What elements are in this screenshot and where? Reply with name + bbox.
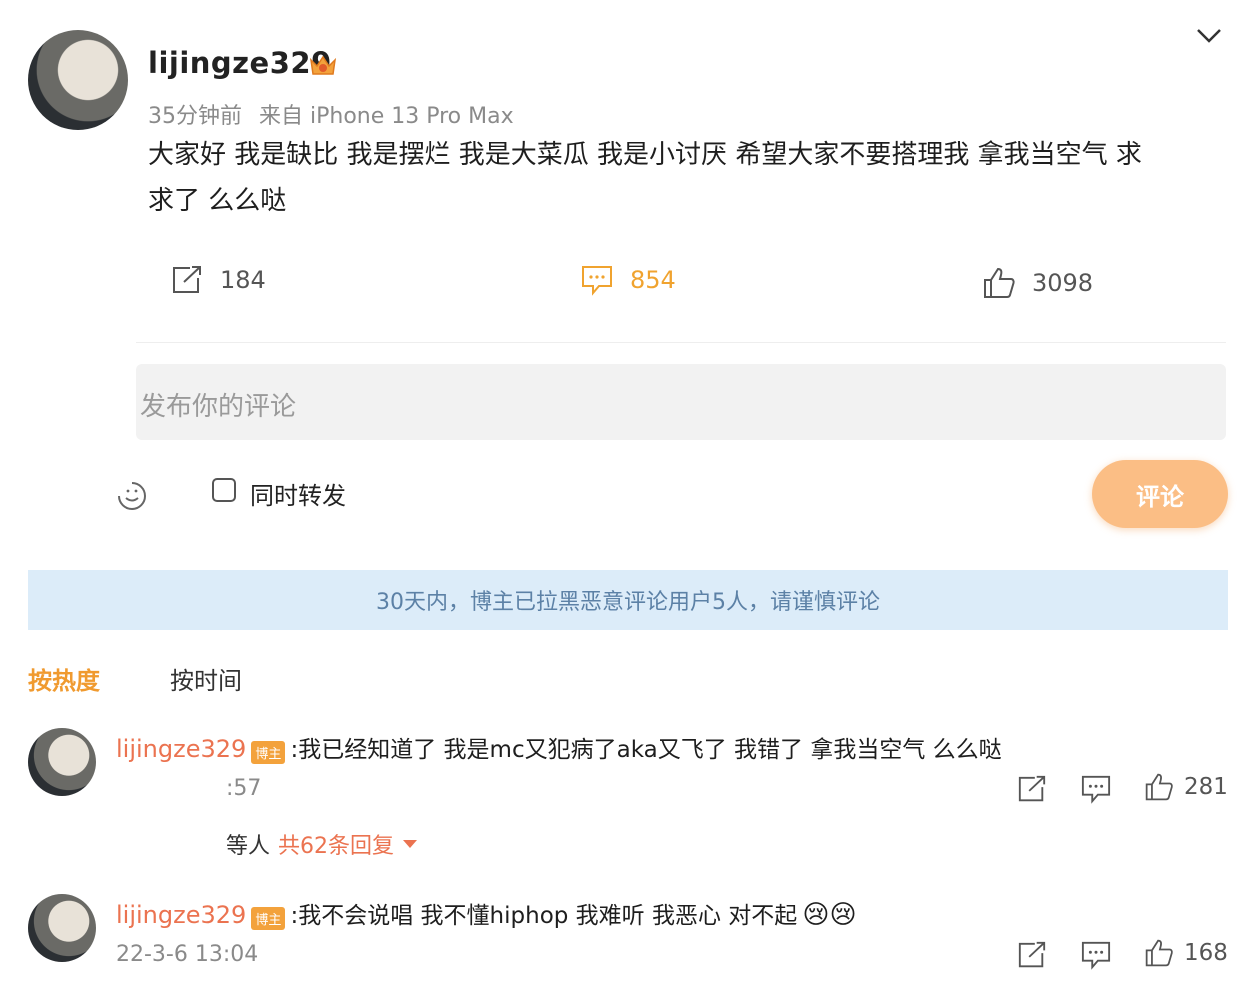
- repost-checkbox[interactable]: [212, 478, 236, 502]
- post-text-line1: 大家好 我是缺比 我是摆烂 我是大菜瓜 我是小讨厌 希望大家不要搭理我 拿我当空…: [148, 140, 1142, 170]
- post-username[interactable]: lijingze329: [148, 46, 332, 80]
- moderation-notice: 30天内，博主已拉黑恶意评论用户5人，请谨慎评论: [28, 570, 1228, 630]
- repost-icon: [1018, 941, 1046, 968]
- comment-header: lijingze329 博主 :我不会说唱 我不懂hiphop 我难听 我恶心 …: [116, 896, 857, 930]
- comment-repost-button[interactable]: [1016, 940, 1048, 970]
- tab-sort-time[interactable]: 按时间: [170, 661, 242, 696]
- like-button[interactable]: 3098: [982, 266, 1093, 300]
- comment-header: lijingze329 博主 :我已经知道了 我是mc又犯病了aka又飞了 我错…: [116, 730, 1002, 764]
- post-time: 35分钟前: [148, 104, 242, 129]
- tab-sort-hot[interactable]: 按热度: [28, 661, 100, 696]
- post-text-line2: 求了 么么哒: [148, 186, 287, 216]
- emoji-icon[interactable]: [112, 474, 152, 514]
- thumbs-up-icon: [984, 267, 1015, 298]
- comment-like-button[interactable]: 168: [1144, 938, 1228, 968]
- comment-avatar[interactable]: [28, 894, 96, 962]
- comment-input-box[interactable]: [136, 364, 1226, 440]
- post-source: 来自 iPhone 13 Pro Max: [259, 104, 514, 129]
- submit-comment-button[interactable]: 评论: [1092, 460, 1228, 528]
- comment-count: 854: [630, 266, 676, 294]
- comment-text: :我不会说唱 我不懂hiphop 我难听 我恶心 对不起: [290, 903, 798, 929]
- reply-summary[interactable]: 等人 共62条回复: [226, 828, 418, 860]
- author-badge: 博主: [251, 907, 286, 930]
- divider: [136, 342, 1226, 343]
- thumbs-up-icon: [1145, 939, 1173, 967]
- comment-username[interactable]: lijingze329: [116, 735, 246, 763]
- post-avatar[interactable]: [28, 30, 128, 130]
- comment-like-button[interactable]: 281: [1144, 772, 1228, 802]
- repost-button[interactable]: 184: [170, 264, 266, 296]
- comment-repost-button[interactable]: [1016, 774, 1048, 804]
- like-count: 3098: [1032, 269, 1094, 297]
- reply-count[interactable]: 共62条回复: [278, 828, 394, 860]
- comment-avatar[interactable]: [28, 728, 96, 796]
- crown-badge-icon: [308, 52, 338, 80]
- repost-icon: [173, 266, 201, 293]
- comment-username[interactable]: lijingze329: [116, 901, 246, 929]
- comment-input-placeholder: 发布你的评论: [140, 392, 297, 422]
- comment-time: 22-3-6 13:04: [116, 942, 259, 967]
- comment-icon: [1081, 941, 1111, 970]
- comment-reply-button[interactable]: [1080, 940, 1112, 970]
- repost-checkbox-label: 同时转发: [250, 482, 346, 510]
- repost-count: 184: [220, 266, 266, 294]
- post-text: 大家好 我是缺比 我是摆烂 我是大菜瓜 我是小讨厌 希望大家不要搭理我 拿我当空…: [148, 132, 1228, 224]
- comment-icon: [1081, 775, 1111, 804]
- comment-button[interactable]: 854: [580, 264, 676, 296]
- caret-down-icon: [403, 840, 418, 848]
- crying-emoji-icon: 😢😢: [802, 900, 857, 930]
- author-badge: 博主: [251, 741, 286, 764]
- comment-like-count: 281: [1184, 774, 1228, 800]
- thumbs-up-icon: [1145, 773, 1173, 801]
- expand-chevron-icon[interactable]: [1196, 28, 1222, 44]
- comment-time: :57: [226, 776, 262, 801]
- comment-like-count: 168: [1184, 940, 1228, 966]
- comment-text: :我已经知道了 我是mc又犯病了aka又飞了 我错了 拿我当空气 么么哒: [290, 737, 1002, 763]
- comment-reply-button[interactable]: [1080, 774, 1112, 804]
- repost-icon: [1018, 775, 1046, 802]
- post-meta: 35分钟前 来自 iPhone 13 Pro Max: [148, 98, 514, 130]
- reply-prefix: 等人: [226, 834, 271, 859]
- comment-icon: [582, 266, 612, 296]
